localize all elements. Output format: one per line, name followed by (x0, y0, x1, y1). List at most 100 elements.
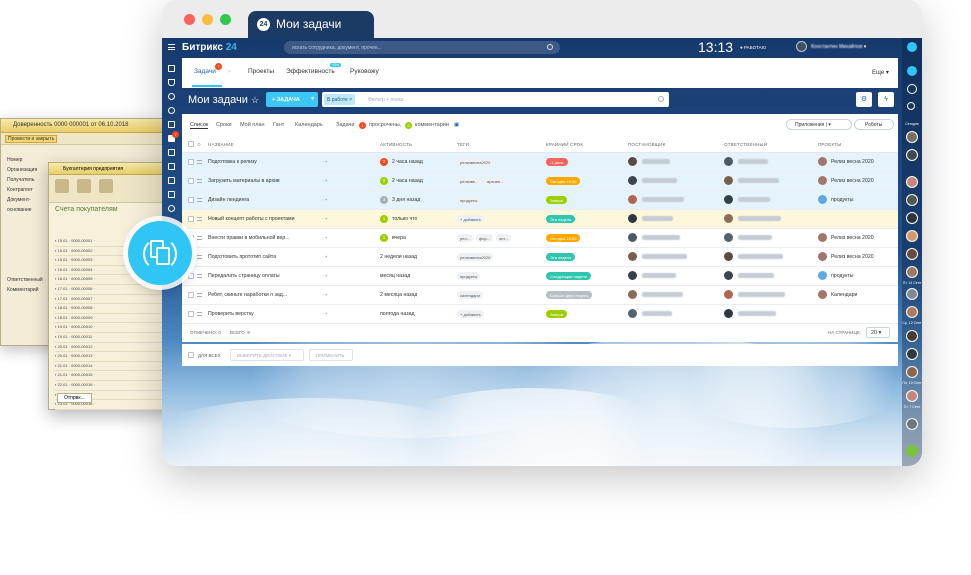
responsible-name[interactable] (738, 273, 774, 278)
responsible-name[interactable] (738, 159, 768, 164)
onec-post-close-button[interactable]: Провести и закрыть (5, 135, 58, 143)
menu-icon[interactable] (168, 44, 175, 50)
task-title[interactable]: Передалать страницу оплаты (208, 273, 280, 279)
row-menu-icon[interactable] (197, 312, 202, 316)
list-item[interactable]: ▪ 20.01 · 0000-00012 · (55, 343, 173, 353)
view-list[interactable]: Список (190, 122, 209, 129)
select-all-checkbox[interactable] (188, 141, 194, 147)
avatar[interactable] (724, 195, 733, 204)
avatar[interactable] (628, 195, 637, 204)
creator-name[interactable] (642, 235, 680, 240)
table-row[interactable]: Загрузить материалы в архив ▫ ✦ 2 2 часа на… (182, 172, 898, 191)
row-checkbox[interactable] (188, 292, 194, 298)
avatar[interactable] (906, 149, 918, 161)
view-my-plan[interactable]: Мой план (240, 122, 265, 128)
avatar[interactable] (724, 271, 733, 280)
list-item[interactable]: ▪ 21.01 · 0000-00015 · (55, 371, 173, 381)
row-menu-icon[interactable] (197, 255, 202, 259)
avatar[interactable] (628, 176, 637, 185)
activity-counter[interactable]: 1 (380, 234, 388, 242)
deadline-badge[interactable]: Завтра (546, 196, 567, 204)
responsible-name[interactable] (738, 197, 770, 202)
project-name[interactable]: Релиз весна 2020 (831, 178, 874, 184)
bulk-action-select[interactable]: ВЫБЕРИТЕ ДЕЙСТВИЕ ▾ (230, 349, 304, 361)
column-header[interactable]: ТЕГИ (457, 142, 469, 147)
row-menu-icon[interactable] (197, 217, 202, 221)
tab-efficiency[interactable]: Эффективность (286, 68, 335, 75)
project-name[interactable]: продукты (831, 273, 854, 279)
creator-name[interactable] (642, 178, 677, 183)
deadline-badge[interactable]: Сегодня 19:00 (546, 177, 581, 185)
filter-chip[interactable]: В работе × (324, 94, 356, 105)
tab-tasks[interactable]: Задачи (194, 68, 216, 75)
row-checkbox[interactable] (188, 273, 194, 279)
responsible-name[interactable] (738, 292, 785, 297)
avatar[interactable] (628, 214, 637, 223)
avatar[interactable] (906, 266, 918, 278)
filter-search-input[interactable]: В работе × Фильтр + поиск (322, 92, 669, 107)
responsible-name[interactable] (738, 216, 781, 221)
crm-icon[interactable] (168, 191, 175, 198)
row-menu-icon[interactable] (197, 293, 202, 297)
column-header[interactable]: ПРОЕКТЫ (818, 142, 841, 147)
tab-projects[interactable]: Проекты (248, 68, 274, 75)
project-name[interactable]: Релиз весна 2020 (831, 159, 874, 165)
robots-button[interactable]: Роботы (854, 119, 894, 130)
user-menu[interactable]: Константин Михайлов ▾ (796, 41, 866, 52)
avatar[interactable] (906, 248, 918, 260)
list-item[interactable]: ▪ 18.01 · 0000-00008 · (55, 304, 173, 314)
more-menu[interactable]: Еще ▾ (872, 69, 889, 76)
phone-icon[interactable] (906, 445, 918, 457)
avatar[interactable] (906, 176, 918, 188)
logo[interactable]: Битрикс 24 (182, 42, 237, 53)
column-header[interactable]: ПОСТАНОВЩИК (628, 142, 665, 147)
deadline-badge[interactable]: Завтра (546, 310, 567, 318)
search-icon[interactable] (658, 96, 664, 102)
settings-icon[interactable]: ⚙ (197, 142, 201, 148)
task-title[interactable]: Подготовка к релизу (208, 159, 257, 165)
avatar[interactable] (906, 230, 918, 242)
add-task-button[interactable]: + ЗАДАЧА ▾ (266, 92, 318, 107)
table-row[interactable]: Подготовить прототип сайта ▫ ✦ 2 недели на… (182, 248, 898, 267)
avatar[interactable] (628, 157, 637, 166)
task-title[interactable]: Внести правки в мобильной вер... (208, 235, 290, 241)
avatar[interactable] (628, 252, 637, 261)
per-page-select[interactable]: 20 ▾ (866, 327, 890, 338)
deadline-badge[interactable]: Эта неделя (546, 215, 576, 223)
activity-counter[interactable]: 3 (380, 196, 388, 204)
activity-counter[interactable]: 2 (380, 177, 388, 185)
row-menu-icon[interactable] (197, 198, 202, 202)
task-title[interactable]: Ребят, скиньте наработки п зад... (208, 292, 287, 298)
list-item[interactable]: ▪ 22.01 · 0000-00016 · (55, 381, 173, 391)
list-item[interactable]: ▪ 19.01 · 0000-00011 · (55, 333, 173, 343)
deadline-badge[interactable]: Больше двух недель (546, 291, 593, 299)
creator-name[interactable] (642, 273, 676, 278)
task-title[interactable]: Дизайн лендинга (208, 197, 249, 203)
task-title[interactable]: Подготовить прототип сайта (208, 254, 276, 260)
chevron-down-icon[interactable]: ▾ (311, 96, 314, 102)
column-header[interactable]: ОТВЕТСТВЕННЫЙ (724, 142, 767, 147)
table-row[interactable]: Подготовка к релизу ▫ ✦ 2 2 часа назад релиз… (182, 153, 898, 172)
avatar[interactable] (724, 309, 733, 318)
clock-icon[interactable] (168, 107, 175, 114)
table-row[interactable]: Ребят, скиньте наработки п зад... ▫ ✦ 2 ме… (182, 286, 898, 305)
mail-icon[interactable] (168, 177, 175, 184)
activity-counter[interactable]: 1 (380, 215, 388, 223)
row-menu-icon[interactable] (197, 274, 202, 278)
group-icon[interactable] (168, 121, 175, 128)
settings-icon[interactable] (168, 205, 175, 212)
view-calendar[interactable]: Календарь (295, 122, 323, 128)
table-row[interactable]: Проверить верстку ▫ ✦ полгода назад + добав… (182, 305, 898, 324)
sales-icon[interactable] (99, 179, 113, 193)
row-checkbox[interactable] (188, 159, 194, 165)
task-tag[interactable]: архивн... (484, 177, 507, 185)
avatar[interactable] (628, 233, 637, 242)
responsible-name[interactable] (738, 178, 779, 183)
avatar[interactable] (628, 290, 637, 299)
row-menu-icon[interactable] (197, 236, 202, 240)
avatar[interactable] (906, 418, 918, 430)
list-item[interactable]: ▪ 18.01 · 0000-00009 · (55, 314, 173, 324)
avatar[interactable] (724, 157, 733, 166)
task-title[interactable]: Загрузить материалы в архив (208, 178, 280, 184)
task-tag[interactable]: + добавить (457, 215, 484, 223)
